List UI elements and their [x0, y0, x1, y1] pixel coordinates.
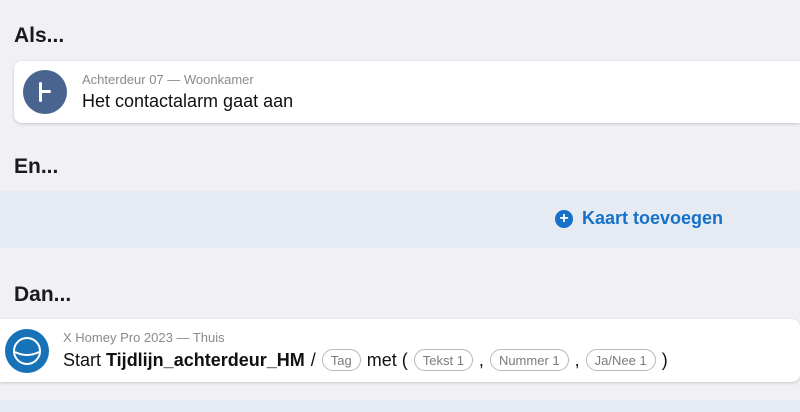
- section-title-als: Als...: [14, 24, 65, 47]
- flow-name[interactable]: Tijdlijn_achterdeur_HM: [106, 350, 305, 371]
- section-title-en: En...: [14, 155, 59, 178]
- close-paren: ): [661, 349, 668, 370]
- comma-1: ,: [478, 349, 484, 370]
- arg-text-token[interactable]: Tekst 1: [413, 349, 473, 371]
- homey-icon: [5, 328, 49, 373]
- trigger-text: Het contactalarm gaat aan: [82, 91, 294, 111]
- trigger-card[interactable]: Achterdeur 07 — Woonkamer Het contactala…: [14, 61, 800, 123]
- door-handle-icon: [23, 70, 67, 114]
- comma-2: ,: [574, 349, 580, 370]
- add-card-button[interactable]: + Kaart toevoegen: [555, 208, 723, 229]
- next-add-card-area: [0, 400, 800, 412]
- tag-token[interactable]: Tag: [321, 349, 361, 371]
- arg-boolean-token[interactable]: Ja/Nee 1: [585, 349, 656, 371]
- add-card-label: Kaart toevoegen: [582, 208, 724, 228]
- section-title-dan: Dan...: [14, 283, 72, 306]
- slash-label: /: [310, 349, 316, 370]
- arg-number-token[interactable]: Nummer 1: [489, 349, 569, 371]
- met-label: met (: [366, 349, 408, 370]
- action-card[interactable]: X Homey Pro 2023 — Thuis Start Tijdlijn_…: [0, 319, 800, 382]
- action-subtitle: X Homey Pro 2023 — Thuis: [63, 330, 225, 345]
- trigger-subtitle: Achterdeur 07 — Woonkamer: [82, 72, 254, 87]
- action-text: Start Tijdlijn_achterdeur_HM / Tag met (…: [63, 349, 670, 371]
- plus-circle-icon: +: [555, 209, 573, 228]
- start-label: Start: [63, 349, 102, 370]
